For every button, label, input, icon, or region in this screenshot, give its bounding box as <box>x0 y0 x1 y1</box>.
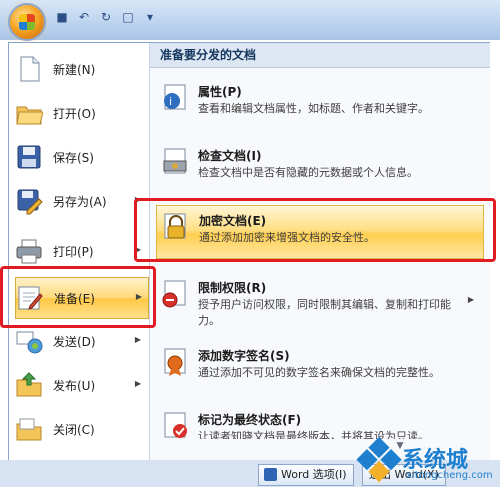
menu-item-label: 打开(O) <box>53 106 96 121</box>
svg-text:i: i <box>169 95 172 108</box>
menu-item-save-as[interactable]: 另存为(A) ▶ <box>15 181 147 221</box>
menu-item-new[interactable]: 新建(N) <box>15 49 147 89</box>
chevron-right-icon: ▶ <box>467 295 474 304</box>
office-button[interactable] <box>10 5 44 39</box>
menu-item-label: 保存(S) <box>53 150 94 165</box>
menu-item-label: 发送(D) <box>53 334 96 349</box>
submenu-item-title: 检查文档(I) <box>198 149 262 163</box>
submenu-item-title: 限制权限(R) <box>198 281 267 295</box>
submenu-item-desc: 让读者知晓文档是最终版本，并将其设为只读。 <box>198 430 429 439</box>
open-folder-icon <box>15 99 44 127</box>
menu-item-open[interactable]: 打开(O) <box>15 93 147 133</box>
title-bar: ■ ↶ ↻ □ ▾ <box>0 0 500 40</box>
word-options-button[interactable]: Word 选项(I) <box>258 464 354 486</box>
menu-item-publish[interactable]: 发布(U) ▶ <box>15 365 147 405</box>
watermark: 系统城 xitongcheng.com <box>355 436 498 486</box>
save-as-icon <box>15 187 43 215</box>
chevron-right-icon: ▶ <box>134 335 141 344</box>
quick-access-toolbar: ■ ↶ ↻ □ ▾ <box>54 8 158 26</box>
menu-item-label: 另存为(A) <box>53 194 107 209</box>
menu-item-label: 关闭(C) <box>53 422 95 437</box>
redo-icon[interactable]: ↻ <box>98 9 114 25</box>
submenu-item-title: 属性(P) <box>198 85 242 99</box>
new-document-icon <box>15 55 43 83</box>
word-options-icon <box>264 468 277 481</box>
menu-item-label: 打印(P) <box>53 244 94 259</box>
submenu-item-desc: 通过添加不可见的数字签名来确保文档的完整性。 <box>198 366 440 379</box>
save-icon[interactable]: ■ <box>54 9 70 25</box>
submenu-item-desc: 检查文档中是否有隐藏的元数据或个人信息。 <box>198 166 418 179</box>
watermark-url: xitongcheng.com <box>406 470 493 481</box>
undo-icon[interactable]: ↶ <box>76 9 92 25</box>
restrict-permission-icon <box>160 279 190 309</box>
save-icon <box>15 143 43 171</box>
annotation-box-encrypt <box>134 198 496 262</box>
chevron-right-icon: ▶ <box>134 379 141 388</box>
submenu-item-inspect[interactable]: 检查文档(I) 检查文档中是否有隐藏的元数据或个人信息。 <box>156 141 482 191</box>
menu-item-save[interactable]: 保存(S) <box>15 137 147 177</box>
submenu-item-properties[interactable]: i 属性(P) 查看和编辑文档属性，如标题、作者和关键字。 <box>156 77 482 135</box>
watermark-logo-icon <box>355 436 403 485</box>
publish-icon <box>15 371 43 399</box>
submenu-item-title: 添加数字签名(S) <box>198 349 290 363</box>
submenu-header: 准备要分发的文档 <box>150 43 490 68</box>
annotation-box-prepare <box>0 266 156 328</box>
submenu-item-title: 标记为最终状态(F) <box>198 413 302 427</box>
mark-final-icon <box>160 411 190 439</box>
send-icon <box>15 327 43 355</box>
submenu-item-restrict[interactable]: 限制权限(R) 授予用户访问权限，同时限制其编辑、复制和打印能力。 ▶ <box>156 273 482 333</box>
chevron-down-icon[interactable]: ▾ <box>142 9 158 25</box>
inspect-document-icon <box>160 147 190 177</box>
new-doc-icon[interactable]: □ <box>120 9 136 25</box>
menu-item-close[interactable]: 关闭(C) <box>15 409 147 449</box>
properties-icon: i <box>160 83 190 113</box>
office-menu-commands: 新建(N) 打开(O) 保存(S) 另存为(A) ▶ 打印(P) ▶ 准备(E)… <box>9 43 149 461</box>
office-logo-icon <box>19 14 35 30</box>
printer-icon <box>15 237 43 265</box>
submenu-item-desc: 授予用户访问权限，同时限制其编辑、复制和打印能力。 <box>198 298 451 327</box>
submenu-item-desc: 查看和编辑文档属性，如标题、作者和关键字。 <box>198 102 429 115</box>
menu-item-label: 发布(U) <box>53 378 96 393</box>
word-options-label: Word 选项(I) <box>281 468 347 481</box>
menu-item-label: 新建(N) <box>53 62 96 77</box>
menu-item-print[interactable]: 打印(P) ▶ <box>15 231 147 271</box>
submenu-item-mark-final[interactable]: 标记为最终状态(F) 让读者知晓文档是最终版本，并将其设为只读。 <box>156 405 482 439</box>
submenu-item-digital-signature[interactable]: 添加数字签名(S) 通过添加不可见的数字签名来确保文档的完整性。 <box>156 341 482 397</box>
digital-signature-icon <box>160 347 190 377</box>
close-folder-icon <box>15 415 43 443</box>
